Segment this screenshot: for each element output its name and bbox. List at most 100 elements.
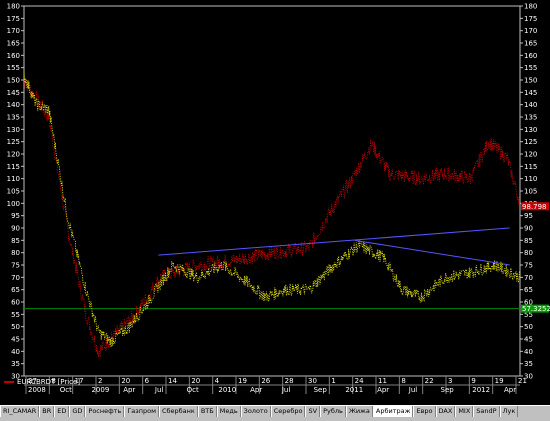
x-tick-label-period: 2008	[28, 386, 46, 394]
tab-11[interactable]: SV	[305, 406, 321, 417]
x-tick-label-period: Jul	[281, 386, 291, 394]
tab-0[interactable]: RI_CAMAR	[0, 406, 40, 417]
y-tick-label-left: 155	[7, 64, 20, 72]
tab-14[interactable]: Арбитраж	[372, 406, 414, 417]
x-tick-label-day: 24	[355, 377, 364, 385]
y-tick-label-right: 115	[524, 163, 537, 171]
y-tick-label-right: 170	[524, 27, 537, 35]
y-tick-label-right: 135	[524, 114, 537, 122]
y-tick-label-right: 150	[524, 77, 537, 85]
y-tick-label-right: 45	[524, 336, 533, 344]
y-tick-label-left: 130	[7, 126, 20, 134]
tab-12[interactable]: Рубль	[320, 406, 346, 417]
y-tick-label-left: 145	[7, 89, 20, 97]
y-tick-label-right: 50	[524, 323, 533, 331]
x-tick-label-period: Apr	[123, 386, 135, 394]
price-chart[interactable]: 3035404550556065707580859095100105110115…	[0, 0, 550, 405]
y-tick-label-left: 75	[11, 262, 20, 270]
x-tick-label-day: 8	[401, 377, 405, 385]
tab-7[interactable]: ВТБ	[197, 406, 217, 417]
y-tick-label-left: 140	[7, 101, 20, 109]
y-tick-label-right: 125	[524, 138, 537, 146]
y-tick-label-right: 70	[524, 274, 533, 282]
y-tick-label-left: 45	[11, 336, 20, 344]
x-tick-label-day: 20	[191, 377, 200, 385]
x-tick-label-period: Jul	[408, 386, 418, 394]
tab-13[interactable]: Жижа	[345, 406, 373, 417]
legend-label: EURCBRDT [Price]	[17, 378, 81, 386]
x-tick-label-day: 2	[98, 377, 102, 385]
symbol-tabs: RI_CAMAR BR ED GD Роснефть Газпром Сбербанк ВТБ…	[0, 405, 550, 417]
x-tick-label-day: 3	[448, 377, 452, 385]
y-tick-label-left: 160	[7, 52, 20, 60]
y-tick-label-left: 175	[7, 15, 20, 23]
y-tick-label-left: 55	[11, 311, 20, 319]
x-tick-label-period: Apr	[504, 386, 516, 394]
tab-10[interactable]: Серебро	[270, 406, 306, 417]
x-tick-label-day: 6	[145, 377, 150, 385]
x-tick-label-period: Apr	[377, 386, 389, 394]
x-tick-label-period: Oct	[187, 386, 199, 394]
x-tick-label-period: 2010	[218, 386, 236, 394]
tab-3[interactable]: GD	[69, 406, 86, 417]
y-tick-label-right: 165	[524, 40, 537, 48]
x-tick-label-day: 14	[168, 377, 177, 385]
y-tick-label-left: 35	[11, 360, 20, 368]
tab-16[interactable]: DAX	[435, 406, 456, 417]
y-tick-label-left: 105	[7, 188, 20, 196]
legend-swatch	[4, 381, 14, 383]
y-tick-label-right: 130	[524, 126, 537, 134]
y-tick-label-right: 120	[524, 151, 537, 159]
y-tick-label-right: 95	[524, 212, 533, 220]
x-tick-label-day: 20	[121, 377, 130, 385]
y-tick-label-right: 80	[524, 249, 533, 257]
tab-9[interactable]: Золото	[240, 406, 271, 417]
tab-5[interactable]: Газпром	[124, 406, 159, 417]
x-tick-label-day: 1	[331, 377, 335, 385]
x-tick-label-period: 2009	[91, 386, 109, 394]
y-tick-label-right: 85	[524, 237, 533, 245]
y-tick-label-right: 90	[524, 225, 533, 233]
y-tick-label-left: 50	[11, 323, 20, 331]
y-tick-label-left: 40	[11, 348, 20, 356]
x-tick-label-period: Jul	[154, 386, 164, 394]
tab-15[interactable]: Евро	[413, 406, 436, 417]
y-tick-label-left: 95	[11, 212, 20, 220]
y-tick-label-left: 90	[11, 225, 20, 233]
x-tick-label-period: Sep	[441, 386, 455, 394]
y-tick-label-left: 180	[7, 3, 20, 11]
y-tick-label-left: 65	[11, 286, 20, 294]
y-tick-label-left: 165	[7, 40, 20, 48]
x-tick-label-day: 4	[215, 377, 220, 385]
y-tick-label-left: 135	[7, 114, 20, 122]
x-tick-label-period: Sep	[314, 386, 328, 394]
legend: EURCBRDT [Price]	[4, 378, 80, 386]
y-tick-label-left: 150	[7, 77, 20, 85]
tab-6[interactable]: Сбербанк	[158, 406, 198, 417]
y-tick-label-left: 110	[7, 175, 20, 183]
tab-8[interactable]: Медь	[216, 406, 241, 417]
y-tick-label-right: 140	[524, 101, 537, 109]
y-tick-label-right: 75	[524, 262, 533, 270]
tab-1[interactable]: BR	[39, 406, 55, 417]
x-tick-label-day: 26	[261, 377, 270, 385]
tab-17[interactable]: MIX	[455, 406, 474, 417]
tab-18[interactable]: SandP	[473, 406, 500, 417]
y-tick-label-left: 85	[11, 237, 20, 245]
y-tick-label-left: 100	[7, 200, 20, 208]
x-tick-label-period: Apr	[250, 386, 262, 394]
tab-2[interactable]: ED	[54, 406, 70, 417]
y-tick-label-right: 110	[524, 175, 537, 183]
last-value-green-text: 57.3252	[522, 305, 550, 313]
y-tick-label-right: 35	[524, 360, 533, 368]
y-tick-label-right: 105	[524, 188, 537, 196]
y-tick-label-right: 145	[524, 89, 537, 97]
y-tick-label-left: 70	[11, 274, 20, 282]
y-tick-label-right: 65	[524, 286, 533, 294]
last-value-red-text: 98.798	[522, 203, 547, 211]
x-tick-label-period: Oct	[60, 386, 72, 394]
tab-4[interactable]: Роснефть	[85, 406, 125, 417]
tab-19[interactable]: Лук	[499, 406, 519, 417]
y-tick-label-right: 160	[524, 52, 537, 60]
y-tick-label-right: 40	[524, 348, 533, 356]
